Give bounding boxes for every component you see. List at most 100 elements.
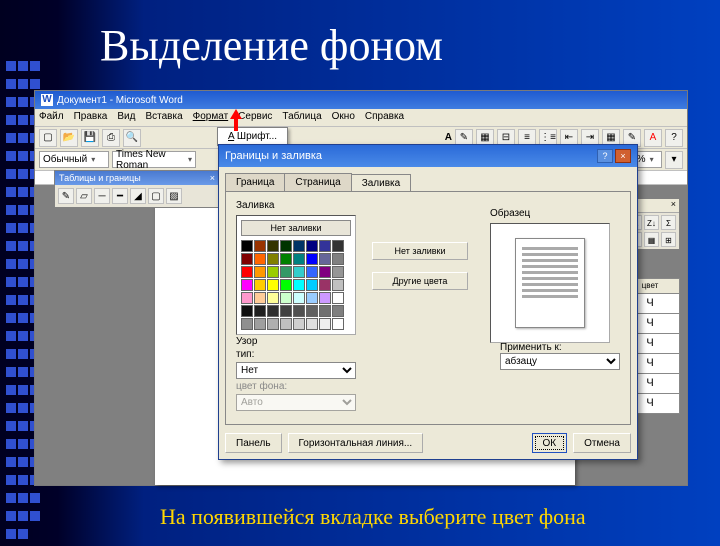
print-icon[interactable]: ⎙ [102, 129, 120, 147]
color-swatch[interactable] [254, 279, 266, 291]
color-swatch[interactable] [319, 240, 331, 252]
color-swatch[interactable] [319, 266, 331, 278]
color-swatch[interactable] [280, 240, 292, 252]
color-swatch[interactable] [241, 240, 253, 252]
fontcolor-icon[interactable]: A [644, 129, 662, 147]
preview-icon[interactable]: 🔍 [123, 129, 141, 147]
tab-page[interactable]: Страница [284, 173, 351, 191]
color-swatch[interactable] [306, 305, 318, 317]
color-swatch[interactable] [267, 266, 279, 278]
color-swatch[interactable] [293, 292, 305, 304]
sum-icon[interactable]: Σ [661, 215, 676, 230]
color-swatch[interactable] [306, 292, 318, 304]
font-select[interactable]: Times New Roman [112, 151, 196, 168]
color-swatch[interactable] [332, 240, 344, 252]
menu-item-font[interactable]: A Шрифт... [222, 130, 283, 143]
color-swatch[interactable] [254, 318, 266, 330]
pattern-type-select[interactable]: Нет [236, 362, 356, 379]
menu-help[interactable]: Справка [365, 111, 404, 124]
new-icon[interactable]: ▢ [39, 129, 57, 147]
misc2-icon[interactable]: ▦ [644, 232, 659, 247]
color-swatch[interactable] [241, 292, 253, 304]
color-swatch[interactable] [241, 266, 253, 278]
shading-icon[interactable]: ▨ [166, 188, 182, 204]
close-icon[interactable]: × [671, 199, 676, 209]
menu-edit[interactable]: Правка [74, 111, 108, 124]
color-swatch[interactable] [332, 279, 344, 291]
color-swatch[interactable] [254, 266, 266, 278]
color-swatch[interactable] [306, 240, 318, 252]
apply-to-select[interactable]: абзацу [500, 353, 620, 370]
color-swatch[interactable] [254, 292, 266, 304]
color-swatch[interactable] [267, 292, 279, 304]
color-swatch[interactable] [267, 240, 279, 252]
color-swatch[interactable] [241, 253, 253, 265]
color-swatch[interactable] [319, 253, 331, 265]
color-swatch[interactable] [293, 305, 305, 317]
color-swatch[interactable] [319, 279, 331, 291]
color-swatch[interactable] [319, 318, 331, 330]
help-icon[interactable]: ? [665, 129, 683, 147]
hline-button[interactable]: Горизонтальная линия... [288, 433, 424, 453]
color-swatch[interactable] [267, 253, 279, 265]
color-swatch[interactable] [332, 305, 344, 317]
open-icon[interactable]: 📂 [60, 129, 78, 147]
menu-view[interactable]: Вид [117, 111, 135, 124]
menu-insert[interactable]: Вставка [145, 111, 182, 124]
line-style-icon[interactable]: ─ [94, 188, 110, 204]
color-swatch[interactable] [280, 253, 292, 265]
no-fill-swatch[interactable]: Нет заливки [241, 220, 351, 236]
color-swatch[interactable] [332, 318, 344, 330]
eraser-icon[interactable]: ▱ [76, 188, 92, 204]
color-swatch[interactable] [306, 253, 318, 265]
color-swatch[interactable] [319, 292, 331, 304]
tab-shading[interactable]: Заливка [351, 174, 412, 192]
misc-icon[interactable]: ▾ [665, 151, 683, 169]
menu-format[interactable]: Формат [193, 111, 229, 124]
color-swatch[interactable] [306, 279, 318, 291]
color-swatch[interactable] [241, 305, 253, 317]
style-select[interactable]: Обычный [39, 151, 109, 168]
color-swatch[interactable] [241, 318, 253, 330]
outside-border-icon[interactable]: ▢ [148, 188, 164, 204]
color-swatch[interactable] [280, 279, 292, 291]
color-swatch[interactable] [280, 292, 292, 304]
color-swatch[interactable] [293, 318, 305, 330]
color-swatch[interactable] [293, 253, 305, 265]
help-icon[interactable]: ? [597, 149, 613, 163]
color-swatch[interactable] [267, 318, 279, 330]
save-icon[interactable]: 💾 [81, 129, 99, 147]
close-icon[interactable]: × [615, 149, 631, 163]
menu-table[interactable]: Таблица [282, 111, 321, 124]
menu-tools[interactable]: Сервис [238, 111, 272, 124]
draw-table-icon[interactable]: ✎ [58, 188, 74, 204]
border-color-icon[interactable]: ◢ [130, 188, 146, 204]
color-swatch[interactable] [254, 240, 266, 252]
menu-file[interactable]: Файл [39, 111, 64, 124]
color-swatch[interactable] [306, 318, 318, 330]
color-swatch[interactable] [332, 253, 344, 265]
color-swatch[interactable] [293, 240, 305, 252]
color-swatch[interactable] [280, 266, 292, 278]
no-fill-button[interactable]: Нет заливки [372, 242, 468, 260]
line-weight-icon[interactable]: ━ [112, 188, 128, 204]
color-swatch[interactable] [241, 279, 253, 291]
sort-desc-icon[interactable]: Z↓ [644, 215, 659, 230]
color-swatch[interactable] [306, 266, 318, 278]
more-colors-button[interactable]: Другие цвета [372, 272, 468, 290]
color-swatch[interactable] [280, 305, 292, 317]
color-swatch[interactable] [319, 305, 331, 317]
menu-window[interactable]: Окно [332, 111, 355, 124]
color-swatch[interactable] [254, 305, 266, 317]
color-swatch[interactable] [293, 266, 305, 278]
tab-border[interactable]: Граница [225, 173, 285, 191]
color-swatch[interactable] [267, 279, 279, 291]
misc3-icon[interactable]: ⊞ [661, 232, 676, 247]
color-swatch[interactable] [332, 266, 344, 278]
color-swatch[interactable] [293, 279, 305, 291]
color-swatch[interactable] [254, 253, 266, 265]
color-swatch[interactable] [332, 292, 344, 304]
toolbar-button[interactable]: Панель [225, 433, 282, 453]
ok-button[interactable]: ОК [532, 433, 568, 453]
close-icon[interactable]: × [210, 173, 215, 183]
